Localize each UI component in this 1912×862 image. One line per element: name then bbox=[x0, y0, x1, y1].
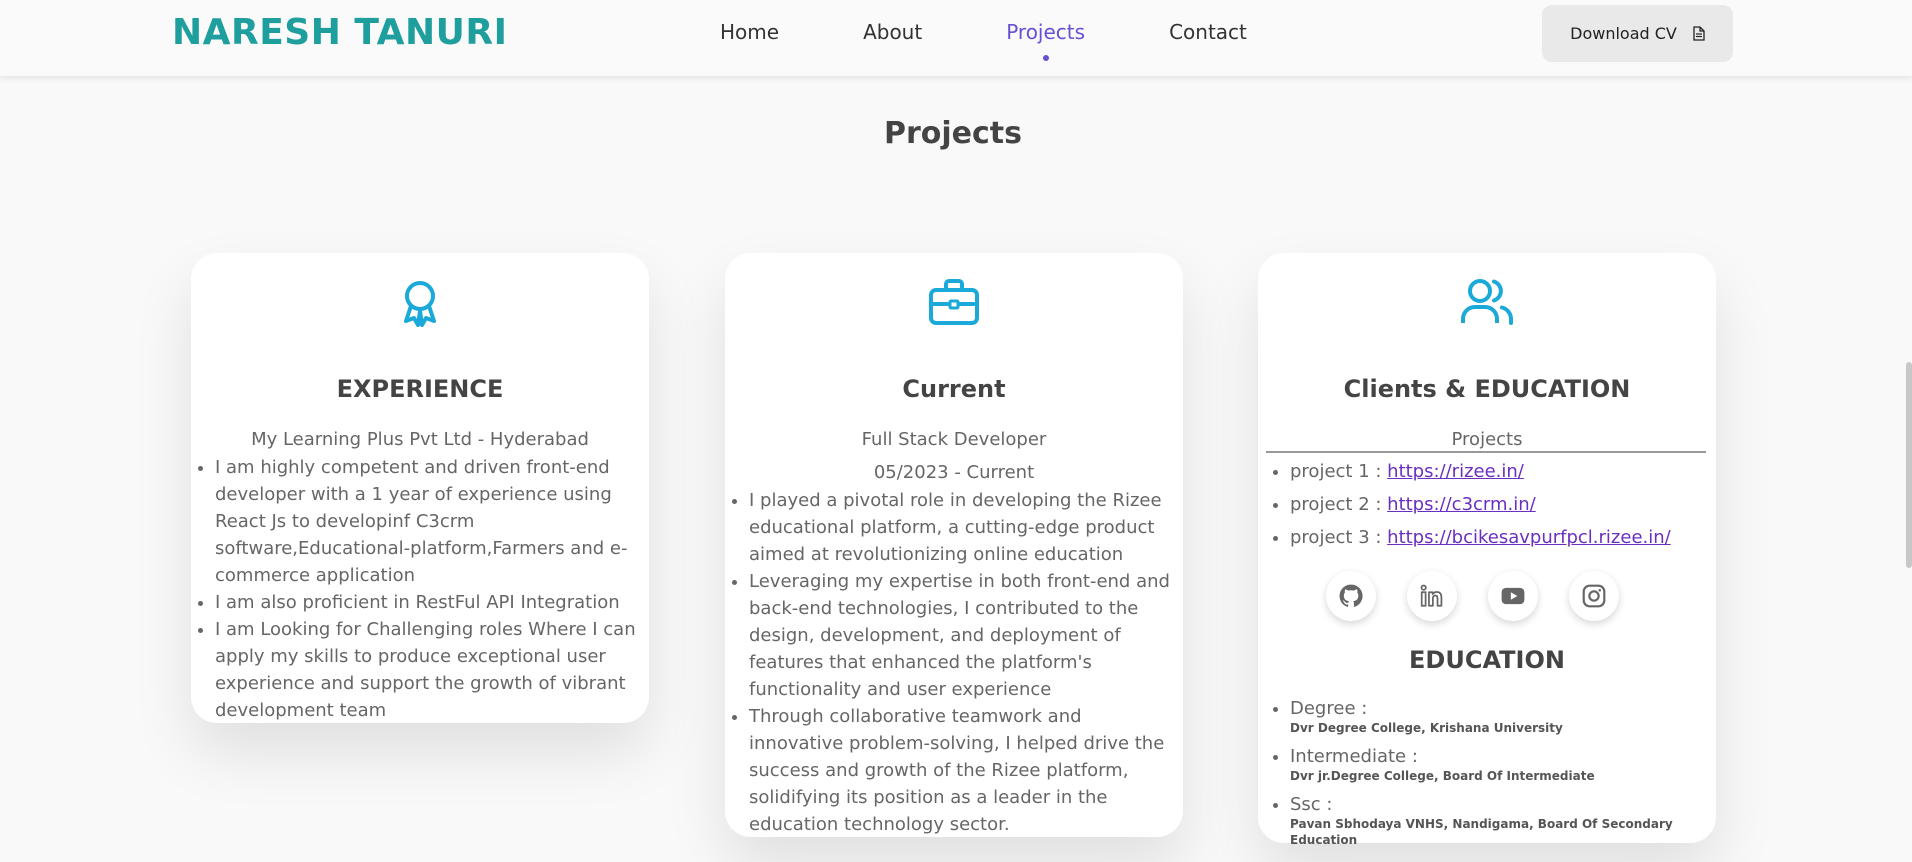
social-links bbox=[1326, 571, 1650, 621]
project-label: project 2 : bbox=[1290, 494, 1388, 515]
linkedin-link[interactable] bbox=[1407, 571, 1457, 621]
divider bbox=[1266, 451, 1706, 453]
list-item: Ssc : Pavan Sbhodaya VNHS, Nandigama, Bo… bbox=[1290, 793, 1710, 848]
list-item: I played a pivotal role in developing th… bbox=[749, 487, 1177, 568]
list-item: I am highly competent and driven front-e… bbox=[215, 454, 643, 589]
education-list: Degree : Dvr Degree College, Krishana Un… bbox=[1290, 697, 1710, 857]
current-title: Current bbox=[902, 375, 1006, 403]
document-icon bbox=[1693, 26, 1705, 41]
experience-title: EXPERIENCE bbox=[336, 375, 504, 403]
current-list: I played a pivotal role in developing th… bbox=[749, 487, 1177, 838]
github-icon bbox=[1339, 584, 1363, 607]
current-role: Full Stack Developer bbox=[861, 429, 1047, 450]
education-level: Ssc : bbox=[1290, 794, 1333, 815]
list-item: Degree : Dvr Degree College, Krishana Un… bbox=[1290, 697, 1710, 736]
project-label: project 3 : bbox=[1290, 527, 1388, 548]
users-icon bbox=[1461, 279, 1513, 325]
youtube-link[interactable] bbox=[1488, 571, 1538, 621]
education-level: Degree : bbox=[1290, 698, 1368, 719]
list-item: project 3 : https://bcikesavpurfpcl.rize… bbox=[1290, 521, 1710, 554]
youtube-icon bbox=[1501, 587, 1525, 605]
experience-card: EXPERIENCE My Learning Plus Pvt Ltd - Hy… bbox=[191, 253, 649, 723]
education-institution: Dvr Degree College, Krishana University bbox=[1290, 721, 1563, 735]
instagram-link[interactable] bbox=[1569, 571, 1619, 621]
list-item: project 1 : https://rizee.in/ bbox=[1290, 455, 1710, 488]
site-logo[interactable]: NARESH TANURI bbox=[172, 12, 508, 53]
list-item: Through collaborative teamwork and innov… bbox=[749, 703, 1177, 838]
education-institution: Pavan Sbhodaya VNHS, Nandigama, Board Of… bbox=[1290, 817, 1673, 847]
clients-education-title: Clients & EDUCATION bbox=[1343, 375, 1631, 403]
instagram-icon bbox=[1582, 584, 1606, 608]
project-link[interactable]: https://rizee.in/ bbox=[1387, 461, 1524, 482]
download-cv-button[interactable]: Download CV bbox=[1542, 5, 1733, 62]
github-link[interactable] bbox=[1326, 571, 1376, 621]
award-icon bbox=[404, 281, 436, 327]
education-title: EDUCATION bbox=[1409, 646, 1565, 674]
current-period: 05/2023 - Current bbox=[873, 462, 1035, 483]
briefcase-icon bbox=[929, 279, 979, 325]
linkedin-icon bbox=[1420, 584, 1443, 607]
nav-home[interactable]: Home bbox=[720, 20, 779, 44]
education-institution: Dvr jr.Degree College, Board Of Intermed… bbox=[1290, 769, 1595, 783]
experience-list: I am highly competent and driven front-e… bbox=[215, 454, 643, 724]
nav-projects[interactable]: Projects bbox=[1006, 20, 1086, 61]
projects-label: Projects bbox=[1451, 429, 1523, 450]
nav-about[interactable]: About bbox=[863, 20, 922, 44]
download-cv-label: Download CV bbox=[1570, 24, 1677, 43]
list-item: I am also proficient in RestFul API Inte… bbox=[215, 589, 643, 616]
project-link[interactable]: https://bcikesavpurfpcl.rizee.in/ bbox=[1387, 527, 1671, 548]
current-card: Current Full Stack Developer 05/2023 - C… bbox=[725, 253, 1183, 837]
projects-list: project 1 : https://rizee.in/ project 2 … bbox=[1290, 455, 1710, 554]
site-header: NARESH TANURI Home About Projects Contac… bbox=[0, 0, 1912, 76]
section-title: Projects bbox=[883, 116, 1022, 151]
list-item: Leveraging my expertise in both front-en… bbox=[749, 568, 1177, 703]
active-indicator-dot bbox=[1042, 55, 1049, 61]
nav-contact[interactable]: Contact bbox=[1169, 20, 1247, 44]
list-item: I am Looking for Challenging roles Where… bbox=[215, 616, 643, 724]
project-label: project 1 : bbox=[1290, 461, 1388, 482]
list-item: project 2 : https://c3crm.in/ bbox=[1290, 488, 1710, 521]
main-nav: Home About Projects Contact bbox=[720, 20, 1331, 61]
project-link[interactable]: https://c3crm.in/ bbox=[1387, 494, 1536, 515]
list-item: Intermediate : Dvr jr.Degree College, Bo… bbox=[1290, 745, 1710, 784]
experience-company: My Learning Plus Pvt Ltd - Hyderabad bbox=[251, 429, 589, 450]
clients-education-card: Clients & EDUCATION Projects project 1 :… bbox=[1258, 253, 1716, 847]
scrollbar-thumb[interactable] bbox=[1906, 362, 1912, 568]
nav-projects-label: Projects bbox=[1006, 20, 1086, 44]
education-level: Intermediate : bbox=[1290, 746, 1418, 767]
